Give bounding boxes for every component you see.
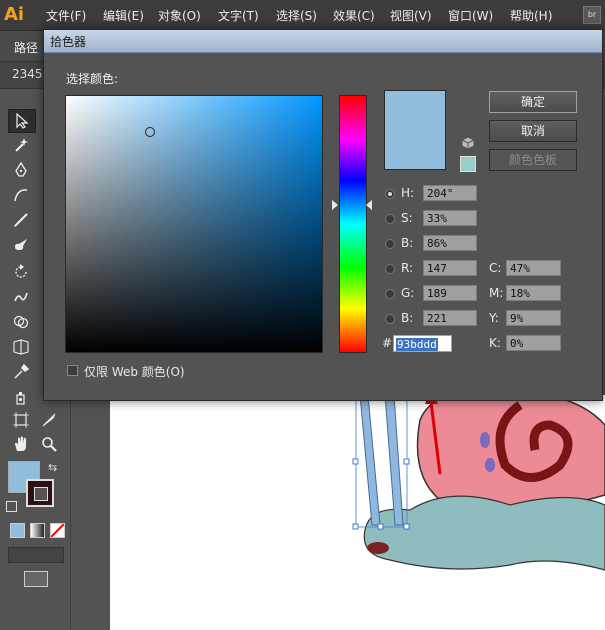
artboard-icon[interactable] bbox=[8, 409, 34, 431]
red-arrow-annotation bbox=[425, 390, 442, 475]
select-color-label: 选择颜色: bbox=[66, 72, 119, 86]
menu-help[interactable]: 帮助(H) bbox=[510, 7, 552, 24]
red-radio[interactable] bbox=[385, 264, 395, 274]
green-label: G: bbox=[401, 286, 415, 300]
cyan-field[interactable]: 47% bbox=[506, 260, 561, 276]
menu-object[interactable]: 对象(O) bbox=[158, 7, 201, 24]
menu-type[interactable]: 文字(T) bbox=[218, 7, 259, 24]
color-swatches-button[interactable]: 颜色色板 bbox=[489, 149, 577, 171]
control-bar-label: 路径 bbox=[14, 41, 39, 55]
hex-color-value: 93bddd bbox=[396, 338, 438, 351]
saturation-radio[interactable] bbox=[385, 214, 395, 224]
document-tab[interactable]: 2345 bbox=[12, 67, 43, 81]
blob-brush-icon[interactable] bbox=[8, 234, 34, 256]
hue-slider[interactable] bbox=[339, 95, 367, 353]
green-field[interactable]: 189 bbox=[423, 285, 477, 301]
hue-slider-left-handle[interactable] bbox=[332, 200, 338, 210]
app-logo: Ai bbox=[4, 4, 25, 25]
blue-label: B: bbox=[401, 311, 414, 325]
shape-builder-icon[interactable] bbox=[8, 311, 34, 333]
cyan-label: C: bbox=[489, 261, 502, 275]
black-field[interactable]: 0% bbox=[506, 335, 561, 351]
slice-icon[interactable] bbox=[36, 409, 62, 431]
hue-slider-right-handle[interactable] bbox=[366, 200, 372, 210]
menu-view[interactable]: 视图(V) bbox=[390, 7, 432, 24]
color-picker-dialog: 拾色器 选择颜色: 确定 取消 颜色色板 H: 204° S: 33% B: 8… bbox=[43, 29, 603, 401]
brightness-radio[interactable] bbox=[385, 239, 395, 249]
perspective-icon[interactable] bbox=[8, 336, 34, 358]
saturation-field[interactable]: 33% bbox=[423, 210, 477, 226]
black-label: K: bbox=[489, 336, 501, 350]
color-spectrum-field[interactable] bbox=[65, 95, 323, 353]
saturation-label: S: bbox=[401, 211, 413, 225]
menu-bar: Ai 文件(F) 编辑(E) 对象(O) 文字(T) 选择(S) 效果(C) 视… bbox=[0, 0, 605, 31]
default-colors-icon[interactable] bbox=[6, 501, 17, 512]
drawing-modes[interactable] bbox=[8, 547, 64, 563]
eyedropper-icon[interactable] bbox=[8, 361, 34, 383]
bridge-button[interactable]: br bbox=[583, 6, 601, 24]
red-label: R: bbox=[401, 261, 414, 275]
blue-field[interactable]: 221 bbox=[423, 310, 477, 326]
hue-field[interactable]: 204° bbox=[423, 185, 477, 201]
red-field[interactable]: 147 bbox=[423, 260, 477, 276]
magic-wand-icon[interactable] bbox=[8, 134, 34, 156]
selection-icon[interactable] bbox=[8, 109, 36, 133]
new-color-preview bbox=[384, 90, 446, 170]
symbol-sprayer-icon[interactable] bbox=[8, 386, 34, 408]
menu-select[interactable]: 选择(S) bbox=[276, 7, 317, 24]
hand-icon[interactable] bbox=[8, 433, 34, 455]
blue-radio[interactable] bbox=[385, 314, 395, 324]
dialog-title: 拾色器 bbox=[50, 35, 87, 49]
ok-button[interactable]: 确定 bbox=[489, 91, 577, 113]
curvature-icon[interactable] bbox=[8, 184, 34, 206]
stroke-swatch-hole bbox=[34, 487, 48, 501]
web-safe-color-swatch[interactable] bbox=[460, 156, 476, 172]
menu-effect[interactable]: 效果(C) bbox=[333, 7, 375, 24]
web-colors-only-label: 仅限 Web 颜色(O) bbox=[84, 365, 185, 379]
color-mode-icon[interactable] bbox=[10, 523, 25, 538]
hue-label: H: bbox=[401, 186, 415, 200]
brightness-label: B: bbox=[401, 236, 414, 250]
cancel-button[interactable]: 取消 bbox=[489, 120, 577, 142]
brush-icon[interactable] bbox=[8, 209, 34, 231]
web-colors-only-checkbox[interactable] bbox=[67, 365, 78, 376]
hex-color-input[interactable]: 93bddd bbox=[393, 335, 452, 352]
menu-file[interactable]: 文件(F) bbox=[46, 7, 86, 24]
warp-icon[interactable] bbox=[8, 286, 34, 308]
hex-label: # bbox=[382, 336, 393, 350]
brightness-field[interactable]: 86% bbox=[423, 235, 477, 251]
screen-mode-icon[interactable] bbox=[24, 571, 48, 587]
green-radio[interactable] bbox=[385, 289, 395, 299]
gradient-mode-icon[interactable] bbox=[30, 523, 45, 538]
none-mode-icon[interactable] bbox=[50, 523, 65, 538]
spectrum-cursor[interactable] bbox=[145, 127, 155, 137]
menu-window[interactable]: 窗口(W) bbox=[448, 7, 493, 24]
magenta-label: M: bbox=[489, 286, 504, 300]
swap-colors-icon[interactable]: ⇆ bbox=[48, 461, 57, 474]
yellow-label: Y: bbox=[489, 311, 499, 325]
artwork-snail[interactable] bbox=[110, 395, 605, 630]
dialog-titlebar[interactable]: 拾色器 bbox=[44, 30, 602, 53]
hue-radio[interactable] bbox=[385, 189, 395, 199]
zoom-icon[interactable] bbox=[36, 433, 62, 455]
rotate-icon[interactable] bbox=[8, 261, 34, 283]
out-of-gamut-cube-icon[interactable] bbox=[461, 136, 475, 150]
menu-edit[interactable]: 编辑(E) bbox=[103, 7, 144, 24]
pen-icon[interactable] bbox=[8, 159, 34, 181]
yellow-field[interactable]: 9% bbox=[506, 310, 561, 326]
magenta-field[interactable]: 18% bbox=[506, 285, 561, 301]
stroke-swatch[interactable] bbox=[26, 479, 54, 507]
dialog-body: 选择颜色: 确定 取消 颜色色板 H: 204° S: 33% B: 86% R… bbox=[45, 53, 601, 399]
